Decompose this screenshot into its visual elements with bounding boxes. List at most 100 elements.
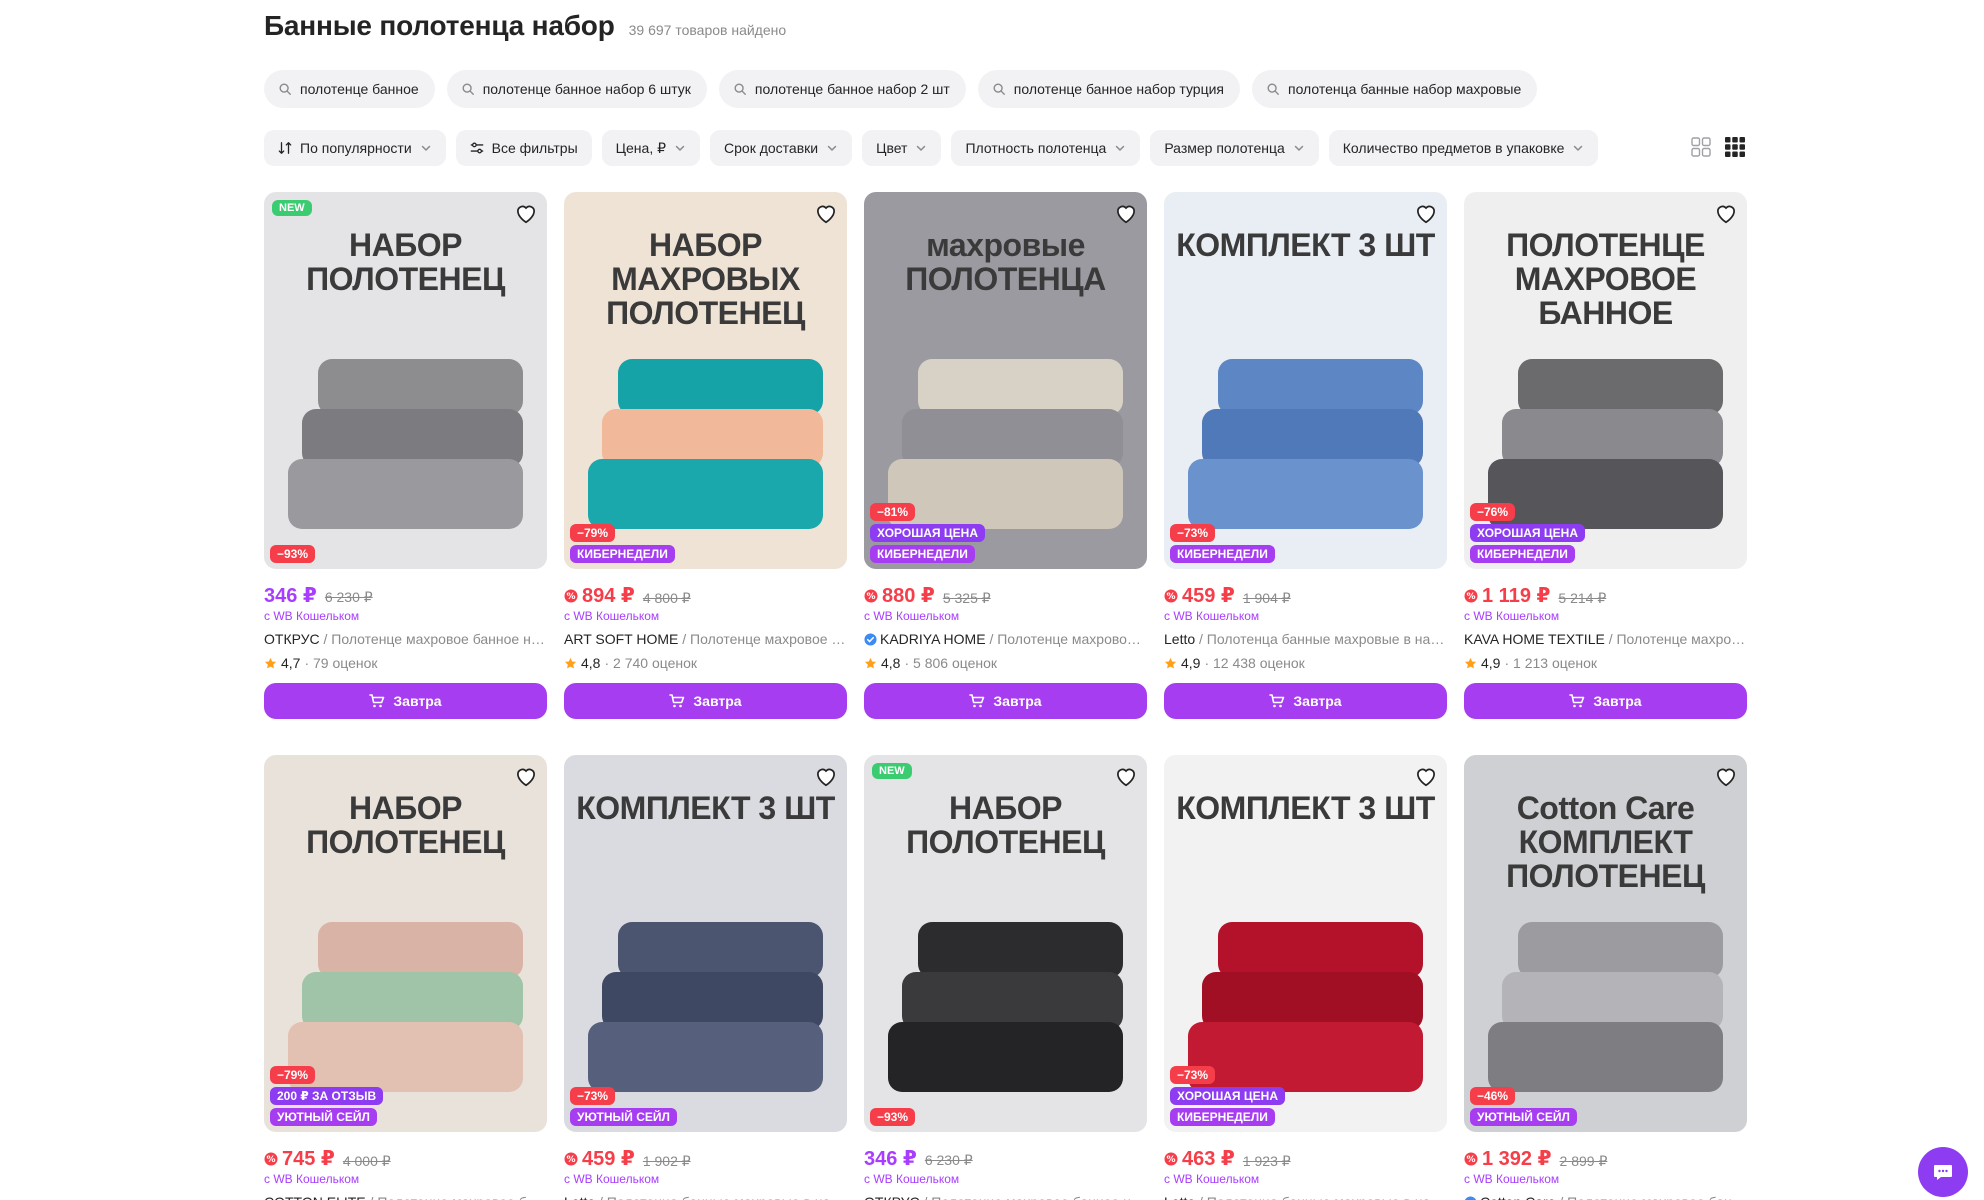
good-price-badge: 200 ₽ ЗА ОТЗЫВ — [270, 1087, 384, 1105]
price-row: % 463 ₽ 1 923 ₽ — [1164, 1146, 1447, 1171]
price: % 459 ₽ — [1164, 583, 1235, 608]
product-card[interactable]: NEW НАБОР ПОЛОТЕНЕЦ −93% 346 ₽ 6 230 ₽ с WB К… — [264, 192, 547, 719]
product-image-text: ПОЛОТЕНЦЕ МАХРОВОЕ БАННОЕ — [1506, 227, 1705, 331]
product-image[interactable]: НАБОР ПОЛОТЕНЕЦ −79% 200 ₽ ЗА ОТЗЫВ УЮТНЫЙ … — [264, 755, 547, 1132]
filter-size[interactable]: Размер полотенца — [1150, 130, 1319, 166]
filter-label: Количество предметов в упаковке — [1342, 140, 1565, 156]
product-image[interactable]: КОМПЛЕКТ 3 ШТ −73% ХОРОШАЯ ЦЕНА КИБЕРНЕДЕЛИ — [1164, 755, 1447, 1132]
product-title: / Полотенце махровое банное набор 6 шт — [1559, 1194, 1747, 1200]
old-price: 2 899 ₽ — [1559, 1152, 1608, 1169]
add-to-cart-button[interactable]: Завтра — [264, 683, 547, 719]
promo-badge: КИБЕРНЕДЕЛИ — [1170, 1108, 1275, 1126]
product-card[interactable]: Cotton Care КОМПЛЕКТ ПОЛОТЕНЕЦ −46% УЮТНЫЙ… — [1464, 755, 1747, 1200]
chevron-down-icon — [917, 145, 926, 152]
favorite-icon[interactable] — [513, 763, 539, 789]
add-to-cart-button[interactable]: Завтра — [1464, 683, 1747, 719]
product-name[interactable]: Letto / Полотенца банные махровые в набо… — [1164, 631, 1447, 647]
small-grid-icon[interactable] — [1724, 136, 1746, 158]
sort-label: По популярности — [300, 140, 412, 156]
product-name[interactable]: ART SOFT HOME / Полотенце махровое банно… — [564, 631, 847, 647]
rating: 4,9 · 1 213 оценок — [1464, 655, 1747, 671]
review-count: · 5 806 оценок — [904, 655, 998, 671]
product-name[interactable]: Letto / Полотенца банные махровые в набо… — [564, 1194, 847, 1200]
large-grid-icon[interactable] — [1690, 136, 1712, 158]
product-image[interactable]: NEW НАБОР ПОЛОТЕНЕЦ −93% — [864, 755, 1147, 1132]
towel — [1218, 922, 1423, 978]
product-name[interactable]: ОТКРУС / Полотенце махровое банное набор… — [264, 631, 547, 647]
suggestion-chip[interactable]: полотенце банное набор 2 шт — [718, 70, 966, 108]
filter-price[interactable]: Цена, ₽ — [601, 130, 701, 166]
product-image[interactable]: ПОЛОТЕНЦЕ МАХРОВОЕ БАННОЕ −76% ХОРОШАЯ ЦЕН… — [1464, 192, 1747, 569]
product-name[interactable]: COTTON ELITE / Полотенце махровое банное… — [264, 1194, 547, 1200]
wallet-note: с WB Кошельком — [864, 609, 960, 623]
filters-icon — [470, 142, 484, 154]
product-name[interactable]: ОТКРУС / Полотенце махровое банное набор… — [864, 1194, 1147, 1200]
price: % 745 ₽ — [264, 1146, 335, 1171]
discount-badge: −81% — [870, 503, 916, 521]
product-card[interactable]: КОМПЛЕКТ 3 ШТ −73% ХОРОШАЯ ЦЕНА КИБЕРНЕДЕЛИ… — [1164, 755, 1447, 1200]
rating-value: 4,9 — [1481, 655, 1501, 671]
product-card[interactable]: NEW НАБОР ПОЛОТЕНЕЦ −93% 346 ₽ 6 230 ₽ с WB К… — [864, 755, 1147, 1200]
favorite-icon[interactable] — [1113, 200, 1139, 226]
wallet-note: с WB Кошельком — [564, 1172, 660, 1186]
product-card[interactable]: НАБОР ПОЛОТЕНЕЦ −79% 200 ₽ ЗА ОТЗЫВ УЮТНЫЙ … — [264, 755, 547, 1200]
product-image[interactable]: КОМПЛЕКТ 3 ШТ −73% УЮТНЫЙ СЕЙЛ — [564, 755, 847, 1132]
favorite-icon[interactable] — [813, 200, 839, 226]
filter-quantity[interactable]: Количество предметов в упаковке — [1328, 130, 1599, 166]
brand-name: Letto — [1164, 631, 1196, 647]
favorite-icon[interactable] — [1413, 763, 1439, 789]
view-toggle — [1690, 136, 1746, 158]
favorite-icon[interactable] — [513, 200, 539, 226]
badges: −81% ХОРОШАЯ ЦЕНА КИБЕРНЕДЕЛИ — [870, 503, 985, 563]
product-card[interactable]: махровые ПОЛОТЕНЦА −81% ХОРОШАЯ ЦЕНА КИБЕРН… — [864, 192, 1147, 719]
promo-badge: КИБЕРНЕДЕЛИ — [1170, 545, 1275, 563]
product-image[interactable]: махровые ПОЛОТЕНЦА −81% ХОРОШАЯ ЦЕНА КИБЕРН… — [864, 192, 1147, 569]
chat-button[interactable] — [1918, 1147, 1968, 1197]
add-to-cart-button[interactable]: Завтра — [864, 683, 1147, 719]
product-image[interactable]: НАБОР МАХРОВЫХ ПОЛОТЕНЕЦ −79% КИБЕРНЕДЕЛИ — [564, 192, 847, 569]
filter-delivery[interactable]: Срок доставки — [710, 130, 853, 166]
old-price: 5 214 ₽ — [1558, 589, 1607, 606]
towel-stack — [588, 922, 823, 1092]
price-row: 346 ₽ 6 230 ₽ — [264, 583, 547, 608]
filter-density[interactable]: Плотность полотенца — [951, 130, 1141, 166]
product-image[interactable]: NEW НАБОР ПОЛОТЕНЕЦ −93% — [264, 192, 547, 569]
good-price-badge: ХОРОШАЯ ЦЕНА — [870, 524, 985, 542]
product-name[interactable]: Cotton Care / Полотенце махровое банное … — [1464, 1194, 1747, 1200]
favorite-icon[interactable] — [1413, 200, 1439, 226]
favorite-icon[interactable] — [1713, 200, 1739, 226]
product-card[interactable]: ПОЛОТЕНЦЕ МАХРОВОЕ БАННОЕ −76% ХОРОШАЯ ЦЕН… — [1464, 192, 1747, 719]
suggestion-chip[interactable]: полотенца банные набор махровые — [1252, 70, 1538, 108]
old-price: 5 325 ₽ — [942, 589, 991, 606]
all-filters-button[interactable]: Все фильтры — [455, 130, 592, 166]
filter-label: Размер полотенца — [1164, 140, 1285, 156]
product-title: / Полотенце махровое банное набор 6 шт — [989, 631, 1147, 647]
product-card[interactable]: КОМПЛЕКТ 3 ШТ −73% УЮТНЫЙ СЕЙЛ% 459 ₽ 1 902 … — [564, 755, 847, 1200]
old-price: 6 230 ₽ — [924, 1152, 973, 1168]
suggestion-chip[interactable]: полотенце банное — [264, 70, 435, 108]
add-to-cart-button[interactable]: Завтра — [564, 683, 847, 719]
suggestion-chip[interactable]: полотенце банное набор 6 штук — [446, 70, 707, 108]
filter-color[interactable]: Цвет — [862, 130, 942, 166]
price-value: 459 ₽ — [582, 1148, 635, 1170]
discount-badge: −73% — [570, 1087, 616, 1105]
star-icon — [864, 657, 877, 668]
favorite-icon[interactable] — [1713, 763, 1739, 789]
product-name[interactable]: KADRIYA HOME / Полотенце махровое банное… — [864, 631, 1147, 647]
product-image[interactable]: КОМПЛЕКТ 3 ШТ −73% КИБЕРНЕДЕЛИ — [1164, 192, 1447, 569]
product-name[interactable]: KAVA HOME TEXTILE / Полотенце махровое б… — [1464, 631, 1747, 647]
suggestion-chip[interactable]: полотенце банное набор турция — [977, 70, 1240, 108]
towel-stack — [288, 359, 523, 529]
product-card[interactable]: КОМПЛЕКТ 3 ШТ −73% КИБЕРНЕДЕЛИ% 459 ₽ 1 904 … — [1164, 192, 1447, 719]
product-card[interactable]: НАБОР МАХРОВЫХ ПОЛОТЕНЕЦ −79% КИБЕРНЕДЕЛИ%… — [564, 192, 847, 719]
badges: −79% 200 ₽ ЗА ОТЗЫВ УЮТНЫЙ СЕЙЛ — [270, 1066, 384, 1126]
product-image[interactable]: Cotton Care КОМПЛЕКТ ПОЛОТЕНЕЦ −46% УЮТНЫЙ… — [1464, 755, 1747, 1132]
product-name[interactable]: Letto / Полотенца банные махровые в набо… — [1164, 1194, 1447, 1200]
sort-button[interactable]: По популярности — [264, 130, 446, 166]
add-to-cart-button[interactable]: Завтра — [1164, 683, 1447, 719]
wallet-note: с WB Кошельком — [264, 609, 360, 623]
favorite-icon[interactable] — [1113, 763, 1139, 789]
star-icon — [264, 657, 277, 668]
verified-icon — [1465, 1196, 1476, 1200]
favorite-icon[interactable] — [813, 763, 839, 789]
